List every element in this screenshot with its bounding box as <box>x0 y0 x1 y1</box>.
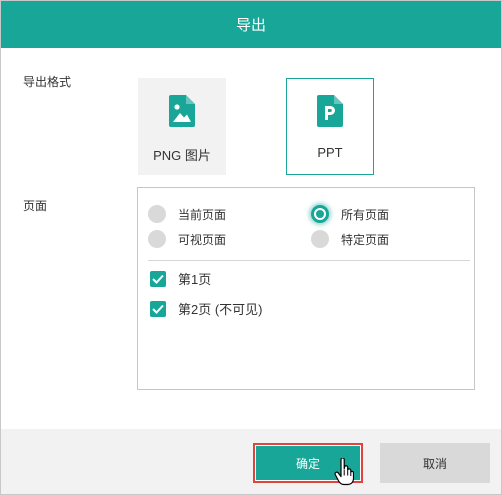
pages-panel: 当前页面 所有页面 可视页面 特定页面 第1页 第2页 (不可见) <box>137 187 475 390</box>
dialog-title: 导出 <box>235 17 266 34</box>
export-dialog: 导出 导出格式 PNG 图片 PPT 页面 当前页面 所有页面 可视页面 特定页… <box>0 0 502 495</box>
checkmark-icon <box>152 304 164 314</box>
cancel-button[interactable]: 取消 <box>380 443 490 483</box>
divider <box>148 260 470 261</box>
format-option-ppt-label: PPT <box>317 145 343 160</box>
page-2-checkbox[interactable]: 第2页 (不可见) <box>150 299 263 318</box>
dialog-footer: 确定 取消 <box>1 429 501 494</box>
radio-all-pages[interactable]: 所有页面 <box>311 205 389 223</box>
checkbox-checked[interactable] <box>150 270 166 287</box>
radio-button-checked[interactable] <box>311 205 329 223</box>
page-1-checkbox[interactable]: 第1页 <box>150 269 211 288</box>
dialog-title-bar: 导出 <box>1 1 501 48</box>
radio-button[interactable] <box>311 230 329 248</box>
radio-current-page[interactable]: 当前页面 <box>148 205 226 223</box>
radio-button[interactable] <box>148 230 166 248</box>
radio-all-pages-label: 所有页面 <box>341 207 390 222</box>
radio-visible-pages-label: 可视页面 <box>178 232 227 247</box>
format-option-png-label: PNG 图片 <box>153 148 211 163</box>
radio-specific-pages-label: 特定页面 <box>341 232 390 247</box>
page-2-label: 第2页 (不可见) <box>178 302 263 317</box>
image-file-icon <box>169 95 195 127</box>
hand-cursor-icon <box>334 458 354 486</box>
ok-button-label: 确定 <box>295 456 320 471</box>
export-format-label: 导出格式 <box>23 75 72 89</box>
checkmark-icon <box>152 274 164 284</box>
radio-visible-pages[interactable]: 可视页面 <box>148 230 226 248</box>
page-1-label: 第1页 <box>178 272 212 287</box>
radio-button[interactable] <box>148 205 166 223</box>
format-option-ppt[interactable]: PPT <box>286 78 374 175</box>
radio-specific-pages[interactable]: 特定页面 <box>311 230 389 248</box>
cancel-button-label: 取消 <box>422 456 447 471</box>
pages-label: 页面 <box>23 199 48 213</box>
format-option-png[interactable]: PNG 图片 <box>138 78 226 175</box>
ppt-file-icon <box>317 95 343 127</box>
checkbox-checked[interactable] <box>150 300 166 317</box>
radio-current-page-label: 当前页面 <box>178 207 227 222</box>
